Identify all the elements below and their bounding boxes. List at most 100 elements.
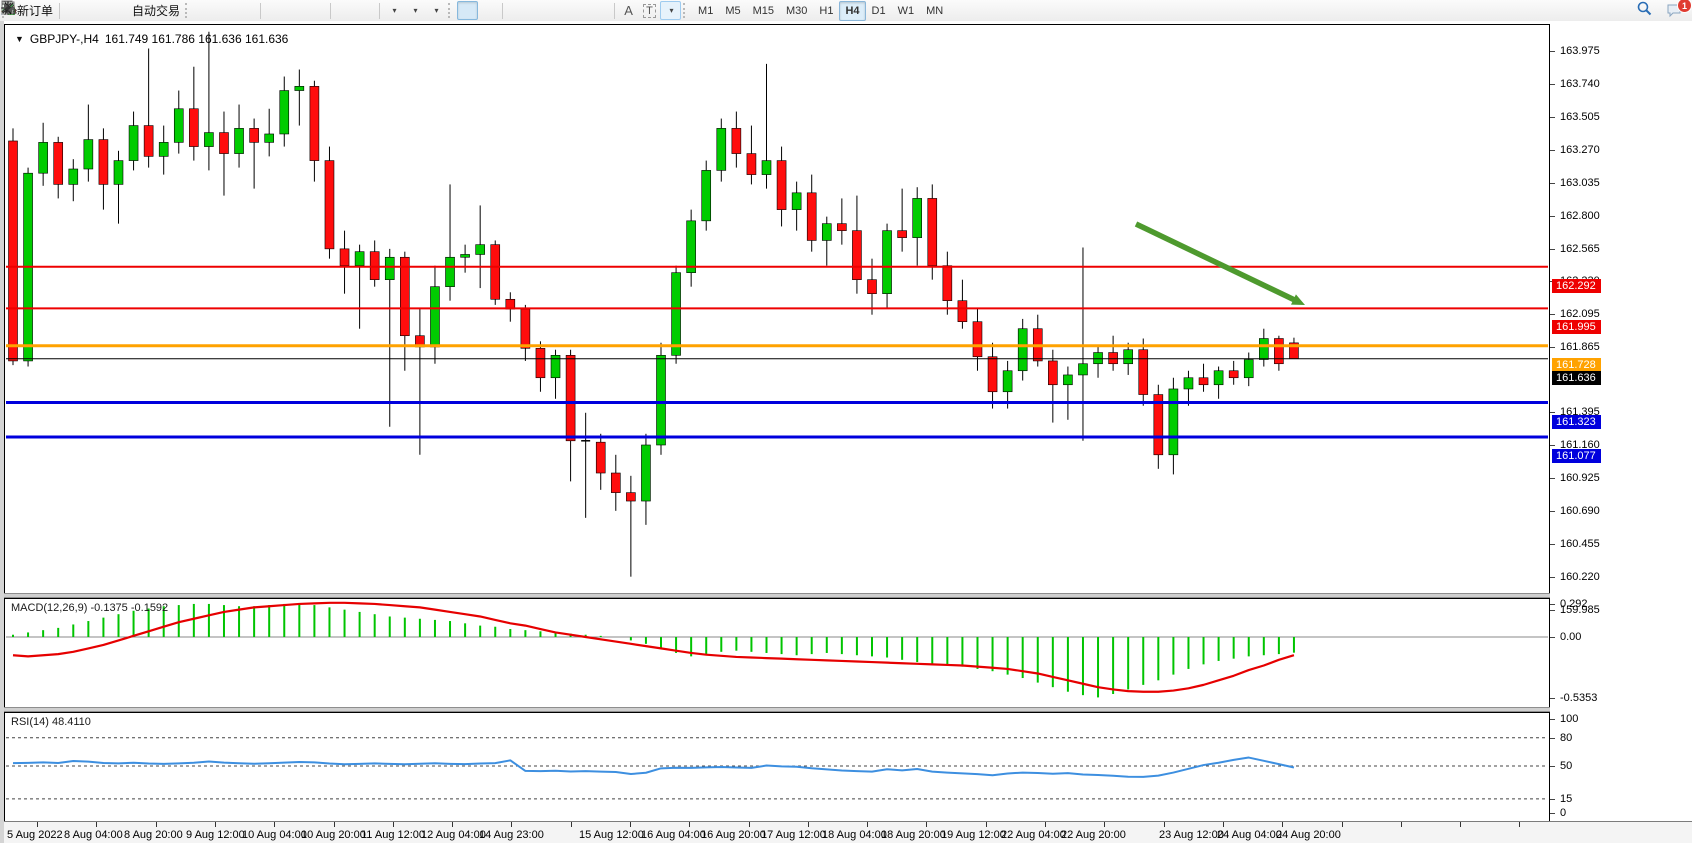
trendline-tool-button[interactable] [548,1,569,20]
dropdown-caret[interactable]: ▾ [435,6,439,15]
timeframe-button-h4[interactable]: H4 [839,1,865,21]
signals-button[interactable] [105,1,126,20]
dropdown-caret[interactable]: ▾ [393,6,397,15]
rsi-panel[interactable]: RSI(14) 48.4110 [4,712,1550,822]
zoom-in-button[interactable] [264,1,285,20]
notifications-button[interactable]: 1 [1665,1,1686,20]
time-tick-label: 22 Aug 20:00 [1061,829,1126,841]
time-tick-mark [808,822,809,827]
candle-body [1003,371,1012,392]
toolbar-right: 1 [1636,0,1686,21]
candle-body [1244,360,1253,378]
chart-shift-button[interactable] [355,1,376,20]
crosshair-tool-button[interactable] [478,1,499,20]
dropdown-caret[interactable]: ▾ [414,6,418,15]
timeframe-button-m15[interactable]: M15 [747,1,780,21]
candlestick-chart-button[interactable] [215,1,236,20]
indicators-button[interactable]: ▾ [425,1,446,20]
candle-body [747,154,756,175]
toolbar-grip[interactable] [448,3,455,18]
symbol-period-label: GBPJPY-,H4 [30,32,99,46]
price-tick-mark [1550,51,1555,52]
candle-body [657,355,666,445]
macd-panel[interactable]: MACD(12,26,9) -0.1375 -0.1592 [4,598,1550,710]
line-chart-button[interactable] [236,1,257,20]
candle-body [807,193,816,241]
price-tick-mark [1550,577,1555,578]
candle-body [702,170,711,220]
time-tick-mark [630,822,631,827]
time-tick-label: 8 Aug 04:00 [64,829,123,841]
price-tick-mark [1550,478,1555,479]
rsi-tick-label: 50 [1560,760,1572,772]
price-tick-label: 163.505 [1560,111,1600,123]
chevron-down-icon[interactable]: ▼ [15,34,24,44]
macd-tick-label: 0.292 [1560,598,1588,610]
arrows-icon [0,0,16,16]
channel-tool-button[interactable]: E [569,1,590,20]
price-tick-label: 160.925 [1560,472,1600,484]
timeframe-button-mn[interactable]: MN [920,1,949,21]
time-tick-label: 15 Aug 12:00 [579,829,644,841]
time-tick-mark [571,822,572,827]
candle-body [1214,371,1223,385]
timeframe-button-d1[interactable]: D1 [866,1,892,21]
timeframe-button-h1[interactable]: H1 [813,1,839,21]
mt4-window: 新订单 [0,0,1692,843]
search-button[interactable] [1636,1,1657,20]
new-chart-button[interactable]: ▾ [383,1,404,20]
cursor-tool-button[interactable] [457,1,478,20]
text-label-tool-button[interactable]: T [639,1,660,20]
candle-body [9,141,18,361]
candle-body [39,142,48,173]
candle-body [144,126,153,157]
rsi-chart [5,713,1549,821]
candle-body [265,134,274,142]
dropdown-caret[interactable]: ▾ [670,6,674,15]
macd-signal-line [13,603,1294,692]
price-axis[interactable]: 163.975163.740163.505163.270163.035162.8… [1550,24,1692,822]
candlestick-chart[interactable] [5,25,1549,595]
price-tick-label: 160.220 [1560,571,1600,583]
new-order-label: 新订单 [17,2,53,19]
horizontal-line-tool-button[interactable] [527,1,548,20]
candle-body [973,322,982,357]
candle-body [370,252,379,280]
macd-tick-mark [1550,698,1555,699]
tile-windows-button[interactable] [306,1,327,20]
timeframe-button-m5[interactable]: M5 [719,1,746,21]
periods-button[interactable]: ▾ [404,1,425,20]
zoom-out-button[interactable] [285,1,306,20]
toolbar-grip[interactable] [185,3,192,18]
time-tick-label: 18 Aug 04:00 [822,829,887,841]
time-axis[interactable]: 5 Aug 20228 Aug 04:008 Aug 20:009 Aug 12… [4,821,1692,843]
timeframe-button-m1[interactable]: M1 [692,1,719,21]
market-button[interactable] [63,1,84,20]
search-icon [1636,0,1653,17]
time-tick-label: 23 Aug 12:00 [1159,829,1224,841]
candle-body [958,301,967,322]
candle-body [1184,378,1193,389]
time-tick-mark [96,822,97,827]
timeframe-button-w1[interactable]: W1 [892,1,921,21]
timeframe-button-m30[interactable]: M30 [780,1,813,21]
candle-body [1048,361,1057,385]
toolbar-grip[interactable] [683,3,690,18]
timeframe-group: M1M5M15M30H1H4D1W1MN [692,1,949,21]
text-tool-button[interactable]: A [618,1,639,20]
arrows-tool-button[interactable]: ▾ [660,1,681,20]
bar-chart-button[interactable] [194,1,215,20]
time-tick-mark [334,822,335,827]
vertical-line-tool-button[interactable] [506,1,527,20]
fibonacci-tool-button[interactable]: F [590,1,611,20]
candle-body [777,161,786,210]
auto-scroll-button[interactable] [334,1,355,20]
price-tick-label: 163.035 [1560,177,1600,189]
community-button[interactable] [84,1,105,20]
candle-body [129,126,138,161]
price-tick-label: 160.690 [1560,505,1600,517]
rsi-tick-mark [1550,719,1555,720]
auto-trading-button[interactable]: 自动交易 [126,1,183,20]
main-chart-panel[interactable]: ▼ GBPJPY-,H4 161.749 161.786 161.636 161… [4,24,1550,596]
rsi-line [13,758,1294,777]
